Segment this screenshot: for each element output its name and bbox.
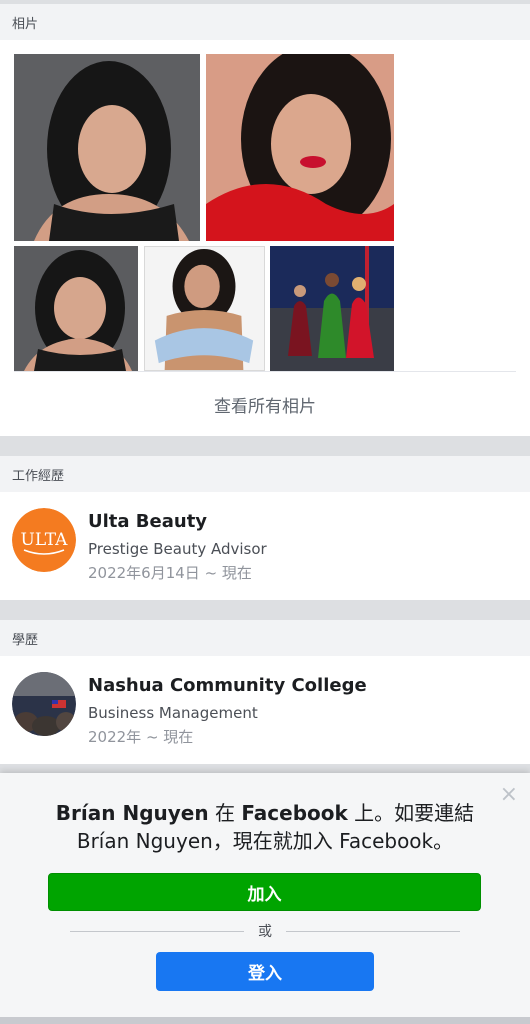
photo-thumbnail[interactable] xyxy=(206,54,394,241)
school-avatar[interactable] xyxy=(12,672,76,736)
photo-thumbnail[interactable] xyxy=(144,246,265,371)
photos-section: 查看所有相片 xyxy=(0,40,530,436)
education-entry-text: Nashua Community College Business Manage… xyxy=(88,672,367,748)
separator-line xyxy=(286,930,460,932)
section-gap xyxy=(0,436,530,456)
education-section-header: 學歷 xyxy=(0,620,530,656)
school-name[interactable]: Nashua Community College xyxy=(88,674,367,698)
job-title: Prestige Beauty Advisor xyxy=(88,540,267,558)
divider xyxy=(14,371,516,372)
photo-thumbnail[interactable] xyxy=(14,54,200,241)
bottom-strip xyxy=(0,1017,530,1024)
prompt-brand: Facebook xyxy=(241,801,348,825)
work-entry-text: Ulta Beauty Prestige Beauty Advisor 2022… xyxy=(88,508,267,584)
photo-thumbnail[interactable] xyxy=(270,246,394,371)
login-button[interactable]: 登入 xyxy=(156,952,374,991)
ulta-logo-text: ULTA xyxy=(21,530,69,550)
education-dates: 2022年 ~ 現在 xyxy=(88,728,194,746)
join-button[interactable]: 加入 xyxy=(48,873,481,911)
photo-thumbnail[interactable] xyxy=(14,246,138,371)
or-label: 或 xyxy=(258,924,272,940)
separator-line xyxy=(70,930,244,932)
or-separator: 或 xyxy=(70,921,460,941)
education-entry[interactable]: Nashua Community College Business Manage… xyxy=(0,656,530,764)
work-section-header: 工作經歷 xyxy=(0,456,530,492)
prompt-text-1: 在 xyxy=(208,801,242,825)
ulta-logo[interactable]: ULTA xyxy=(12,508,76,572)
education-section: Nashua Community College Business Manage… xyxy=(0,656,530,764)
photos-section-header: 相片 xyxy=(0,4,530,40)
prompt-message: Brían Nguyen 在 Facebook 上。如要連結 Brían Ngu… xyxy=(30,799,500,855)
join-facebook-prompt: × Brían Nguyen 在 Facebook 上。如要連結 Brían N… xyxy=(0,773,530,1017)
work-entry[interactable]: ULTA Ulta Beauty Prestige Beauty Advisor… xyxy=(0,492,530,600)
company-name[interactable]: Ulta Beauty xyxy=(88,510,267,534)
prompt-line-2: Brían Nguyen，現在就加入 Facebook。 xyxy=(76,829,454,853)
work-section: ULTA Ulta Beauty Prestige Beauty Advisor… xyxy=(0,492,530,600)
prompt-text-2: 上。如要連結 xyxy=(347,801,475,825)
field-of-study: Business Management xyxy=(88,704,258,722)
section-gap xyxy=(0,600,530,620)
prompt-line-1: Brían Nguyen 在 Facebook 上。如要連結 xyxy=(30,799,500,827)
job-dates: 2022年6月14日 ~ 現在 xyxy=(88,564,252,582)
view-all-photos-link[interactable]: 查看所有相片 xyxy=(0,392,530,417)
close-icon[interactable]: × xyxy=(500,783,518,807)
prompt-name: Brían Nguyen xyxy=(55,801,209,825)
